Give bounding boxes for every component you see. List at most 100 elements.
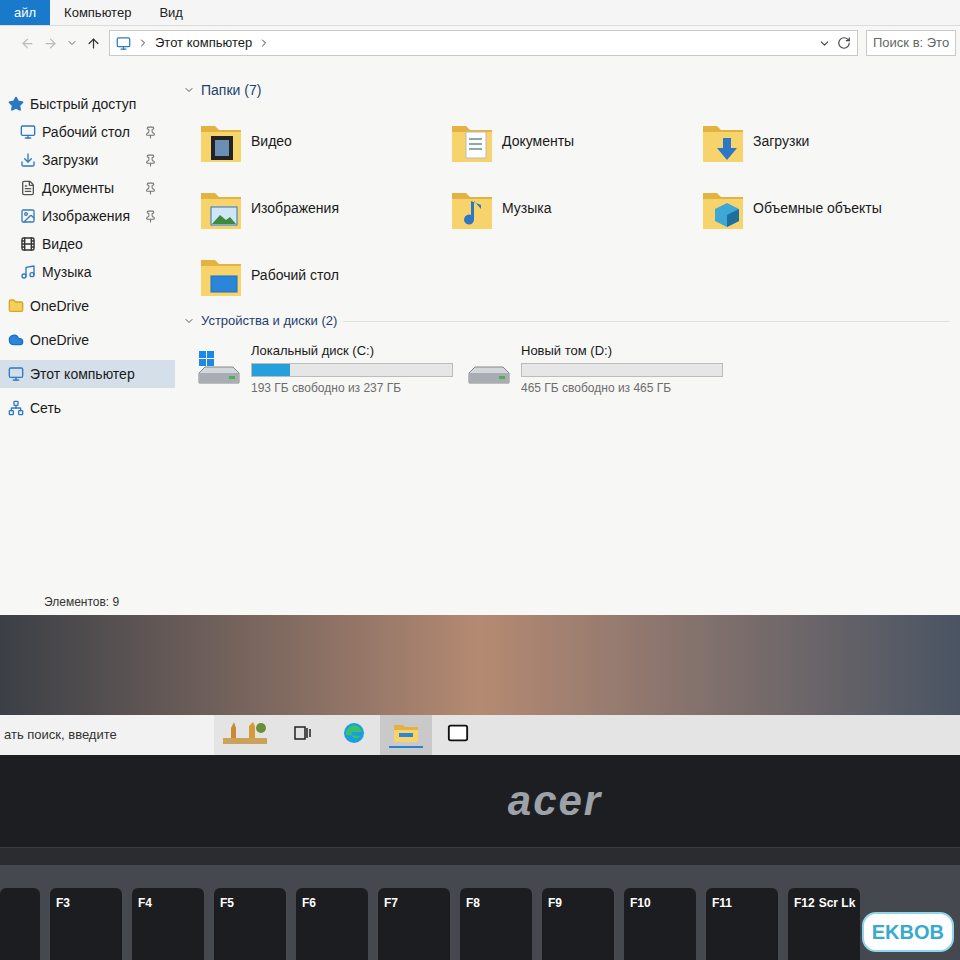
folder-icon <box>197 185 245 233</box>
usage-bar <box>521 363 723 377</box>
film-icon <box>20 236 36 252</box>
drive-tile[interactable]: Локальный диск (C:)193 ГБ свободно из 23… <box>195 339 465 399</box>
sidebar-group: Сеть <box>0 394 175 422</box>
dropdown-icon[interactable] <box>818 37 831 50</box>
chevron-icon <box>183 315 195 327</box>
desktop-wallpaper <box>0 615 960 715</box>
taskbar-search[interactable]: ать поиск, введите <box>0 715 214 755</box>
pin-icon <box>144 154 157 167</box>
chevron-icon <box>183 84 195 96</box>
pin-icon <box>144 182 157 195</box>
sidebar-item[interactable]: Документы <box>0 174 175 202</box>
function-key[interactable]: F11 <box>706 888 778 960</box>
ribbon-tabs: айлКомпьютерВид <box>0 0 960 26</box>
sidebar-item[interactable]: Этот компьютер <box>0 360 175 388</box>
folder-icon <box>448 118 496 166</box>
address-row: Этот компьютер Поиск в: Это <box>0 26 960 60</box>
folder-tile[interactable]: Музыка <box>448 175 699 242</box>
acer-logo: acer <box>508 780 602 822</box>
sidebar-item[interactable]: Изображения <box>0 202 175 230</box>
address-bar[interactable]: Этот компьютер <box>109 30 858 56</box>
sidebar-item[interactable]: OneDrive <box>0 326 175 354</box>
folder-tile[interactable]: Видео <box>197 108 448 175</box>
taskbar-app[interactable] <box>214 715 276 755</box>
sidebar-group: Этот компьютер <box>0 360 175 388</box>
file-explorer-icon <box>393 722 419 744</box>
function-key[interactable]: F9 <box>542 888 614 960</box>
function-key[interactable]: F5 <box>214 888 286 960</box>
keyboard: F3F4F5F6F7F8F9F10F11F12Scr Lk <box>0 865 960 960</box>
function-key[interactable]: F4 <box>132 888 204 960</box>
function-key[interactable]: F7 <box>378 888 450 960</box>
refresh-icon[interactable] <box>837 36 851 50</box>
section-header[interactable]: Устройства и диски (2) <box>183 311 950 331</box>
chevron-icon <box>137 37 149 49</box>
network-icon <box>8 400 24 416</box>
folder-tile[interactable]: Документы <box>448 108 699 175</box>
drive-tile[interactable]: Новый том (D:)465 ГБ свободно из 465 ГБ <box>465 339 745 399</box>
usage-bar <box>251 363 453 377</box>
sidebar-item[interactable]: Рабочий стол <box>0 118 175 146</box>
drive-icon <box>195 349 243 389</box>
star-icon <box>8 96 24 112</box>
status-bar: Элементов: 9 <box>0 589 960 615</box>
taskbar-app[interactable] <box>328 715 380 755</box>
folder-icon <box>197 118 245 166</box>
sidebar-item[interactable]: Загрузки <box>0 146 175 174</box>
content-pane: Папки (7) ВидеоДокументыЗагрузки Изображен… <box>175 60 960 589</box>
folder-grid: ВидеоДокументыЗагрузки ИзображенияМузыкаО… <box>183 108 950 309</box>
pin-icon <box>144 210 157 223</box>
back-icon[interactable] <box>20 36 35 51</box>
function-key[interactable]: F6 <box>296 888 368 960</box>
sidebar-item[interactable]: Видео <box>0 230 175 258</box>
watermark: EKBOB <box>862 912 954 952</box>
forward-icon[interactable] <box>43 36 58 51</box>
folder-tile[interactable]: Загрузки <box>699 108 950 175</box>
sidebar-group: OneDrive <box>0 292 175 320</box>
folder-tile[interactable]: Объемные объекты <box>699 175 950 242</box>
function-key[interactable]: F3 <box>50 888 122 960</box>
document-icon <box>20 180 36 196</box>
function-key[interactable]: F10 <box>624 888 696 960</box>
drive-list: Локальный диск (C:)193 ГБ свободно из 23… <box>183 339 950 399</box>
sidebar-item[interactable]: Быстрый доступ <box>0 90 175 118</box>
ribbon-tab[interactable]: айл <box>0 0 50 25</box>
computer-icon <box>8 366 24 382</box>
sidebar-item[interactable]: OneDrive <box>0 292 175 320</box>
taskbar-app[interactable] <box>276 715 328 755</box>
taskbar-app[interactable] <box>380 715 432 755</box>
folder-icon <box>8 298 24 314</box>
search-highlight-icon <box>223 720 267 746</box>
sidebar: Быстрый доступРабочий столЗагрузкиДокуме… <box>0 60 175 589</box>
computer-icon <box>116 36 131 51</box>
taskbar: ать поиск, введите <box>0 715 960 755</box>
ribbon-tab[interactable]: Вид <box>145 0 197 25</box>
search-field[interactable]: Поиск в: Это <box>866 30 956 56</box>
taskbar-app[interactable] <box>432 715 484 755</box>
function-key[interactable]: F12Scr Lk <box>788 888 860 960</box>
sidebar-item[interactable]: Музыка <box>0 258 175 286</box>
picture-icon <box>20 208 36 224</box>
sidebar-group: Быстрый доступРабочий столЗагрузкиДокуме… <box>0 90 175 286</box>
folder-icon <box>448 185 496 233</box>
folder-icon <box>699 118 747 166</box>
explorer-window: айлКомпьютерВид Этот компьютер Поиск в: Эт… <box>0 0 960 615</box>
photo-of-laptop-screen: айлКомпьютерВид Этот компьютер Поиск в: Эт… <box>0 0 960 960</box>
ribbon-tab[interactable]: Компьютер <box>50 0 145 25</box>
recent-icon[interactable] <box>66 37 78 49</box>
chevron-icon <box>258 37 270 49</box>
drive-icon <box>465 349 513 389</box>
music-icon <box>20 264 36 280</box>
section-header[interactable]: Папки (7) <box>183 80 950 100</box>
desktop-icon <box>20 124 36 140</box>
function-key[interactable]: F8 <box>460 888 532 960</box>
edge-icon <box>342 721 366 745</box>
folder-tile[interactable]: Изображения <box>197 175 448 242</box>
laptop-bezel: acer <box>0 755 960 865</box>
up-icon[interactable] <box>86 36 101 51</box>
download-icon <box>20 152 36 168</box>
folder-icon <box>197 252 245 300</box>
task-view-icon <box>292 723 312 743</box>
folder-tile[interactable]: Рабочий стол <box>197 242 448 309</box>
sidebar-item[interactable]: Сеть <box>0 394 175 422</box>
